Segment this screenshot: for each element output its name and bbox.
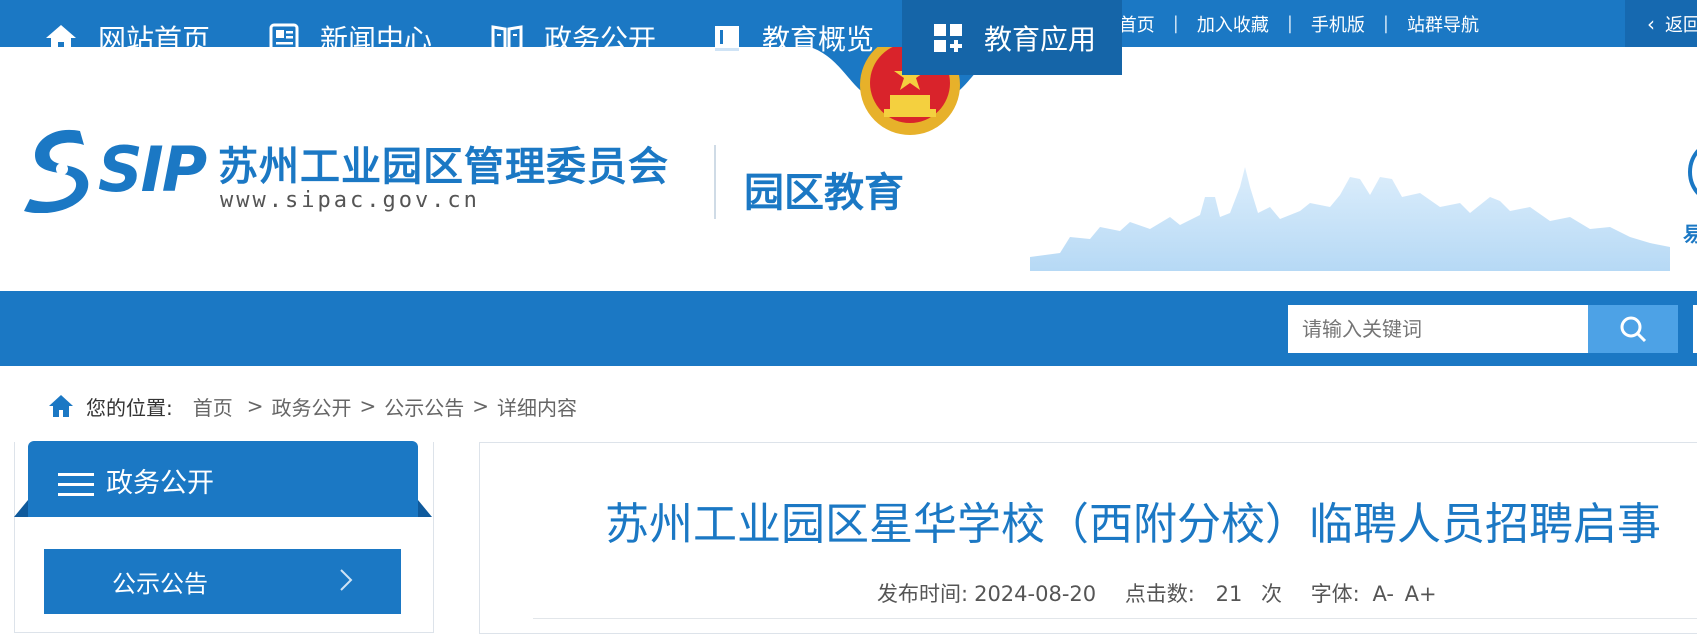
breadcrumb-announcements[interactable]: 公示公告 (384, 392, 464, 421)
sidebar-header: 政务公开 (28, 441, 418, 517)
publish-date: 2024-08-20 (974, 582, 1097, 606)
font-size-label: 字体: (1310, 582, 1360, 606)
sidebar-fold-right (418, 500, 432, 517)
nav-edu-overview-label: 教育概览 (762, 22, 875, 56)
nav-news-label: 新闻中心 (320, 22, 433, 56)
search-icon (1620, 316, 1647, 343)
breadcrumb-detail[interactable]: 详细内容 (497, 392, 577, 421)
breadcrumb-separator: > (472, 394, 490, 418)
breadcrumb-separator: > (246, 394, 264, 418)
search-button[interactable] (1588, 305, 1678, 353)
accessibility-label: 易 (1683, 222, 1697, 246)
chevron-left-icon: ‹ (1647, 11, 1655, 36)
org-name: 苏州工业园区管理委员会 (218, 144, 669, 190)
nav-edu-apps[interactable]: 教育应用 (902, 0, 1122, 75)
mobile-version-link[interactable]: 手机版 (1293, 11, 1383, 37)
logo-sip-text: SIP (98, 133, 207, 206)
nav-gov-affairs-label: 政务公开 (544, 22, 657, 56)
clicks-label: 点击数: (1124, 582, 1195, 606)
sip-logo-mark (22, 125, 100, 217)
clicks-value: 21 (1215, 582, 1243, 606)
add-favorite-link[interactable]: 加入收藏 (1179, 11, 1287, 37)
breadcrumb-label: 您的位置: (86, 395, 173, 420)
breadcrumb-gov-affairs[interactable]: 政务公开 (272, 392, 352, 421)
home-icon (49, 395, 73, 417)
book-open-icon (491, 24, 523, 52)
section-title: 园区教育 (744, 170, 904, 216)
font-smaller-button[interactable]: A- (1372, 582, 1393, 606)
newspaper-icon (269, 23, 299, 52)
nav-gov-affairs[interactable]: 政务公开 (490, 0, 660, 75)
article-divider (533, 618, 1697, 619)
menu-icon (58, 473, 94, 496)
breadcrumb: 您的位置: 首页 > 政务公开 > 公示公告 > 详细内容 (48, 390, 577, 422)
logo-divider (714, 145, 716, 219)
sidebar-title: 政务公开 (106, 468, 214, 499)
back-button[interactable]: ‹ 返回 (1625, 0, 1697, 47)
book-icon (715, 25, 739, 51)
nav-edu-apps-label: 教育应用 (984, 22, 1097, 56)
site-url: www.sipac.gov.cn (220, 188, 480, 213)
nav-home-label: 网站首页 (98, 22, 211, 56)
city-skyline-image (1030, 167, 1670, 271)
breadcrumb-separator: > (359, 394, 377, 418)
sidebar-fold-left (14, 500, 28, 517)
font-larger-button[interactable]: A+ (1405, 582, 1437, 606)
sidebar-item-label: 公示公告 (112, 570, 208, 598)
search-input[interactable] (1288, 305, 1588, 353)
article-meta: 发布时间: 2024-08-20 点击数: 21 次 字体: A- A+ (877, 578, 1441, 608)
site-group-nav-link[interactable]: 站群导航 (1389, 11, 1497, 37)
article-title: 苏州工业园区星华学校（西附分校）临聘人员招聘启事 (605, 499, 1661, 550)
apps-grid-icon (934, 23, 962, 52)
breadcrumb-home[interactable]: 首页 (193, 392, 233, 421)
publish-label: 发布时间: (877, 582, 969, 606)
chevron-right-icon (340, 569, 353, 591)
clicks-unit: 次 (1261, 582, 1282, 606)
nav-edu-overview[interactable]: 教育概览 (712, 0, 882, 75)
sidebar-item-announcements[interactable]: 公示公告 (44, 549, 401, 614)
back-button-label: 返回 (1665, 14, 1697, 36)
nav-edge (1693, 305, 1697, 353)
home-icon (46, 24, 76, 51)
nav-home[interactable]: 网站首页 (44, 0, 214, 75)
nav-news[interactable]: 新闻中心 (268, 0, 438, 75)
